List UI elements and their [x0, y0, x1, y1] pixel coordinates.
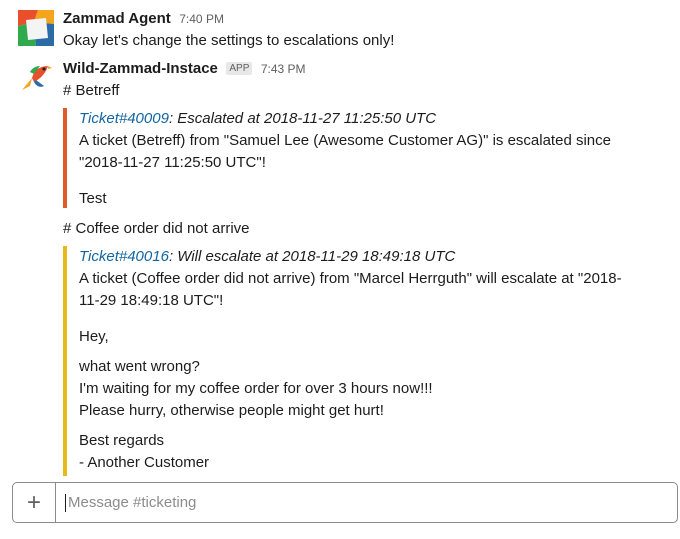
- ticket-attachment: Ticket#40016: Will escalate at 2018-11-2…: [63, 246, 667, 476]
- ticket-body-line: "2018-11-27 11:25:50 UTC"!: [79, 154, 266, 171]
- ticket-content-line: Hey,: [79, 328, 109, 345]
- ticket-status-line: Ticket#40016: Will escalate at 2018-11-2…: [79, 246, 667, 268]
- add-attachment-button[interactable]: +: [13, 483, 56, 522]
- message-header: Zammad Agent 7:40 PM: [63, 10, 224, 28]
- parrot-bot-icon[interactable]: [18, 60, 54, 96]
- ticket-status: : Will escalate at 2018-11-29 18:49:18 U…: [168, 248, 456, 265]
- sender-name[interactable]: Zammad Agent: [63, 10, 171, 27]
- message-bot: Wild-Zammad-Instace APP 7:43 PM # Betref…: [0, 58, 680, 478]
- ticket-content-line: - Another Customer: [79, 454, 210, 471]
- timestamp[interactable]: 7:43 PM: [261, 62, 306, 76]
- ticket-status: : Escalated at 2018-11-27 11:25:50 UTC: [168, 110, 437, 127]
- message-text: Okay let's change the settings to escala…: [63, 32, 395, 49]
- section-heading: # Coffee order did not arrive: [63, 220, 250, 237]
- message-input[interactable]: [66, 482, 677, 523]
- ticket-body-line: A ticket (Coffee order did not arrive) f…: [79, 270, 622, 287]
- message-zammad-agent: Zammad Agent 7:40 PM Okay let's change t…: [0, 8, 680, 58]
- ticket-content-line: Test: [79, 190, 107, 207]
- section-heading: # Betreff: [63, 82, 120, 99]
- app-badge: APP: [226, 62, 253, 75]
- ticket-body-line: A ticket (Betreff) from "Samuel Lee (Awe…: [79, 132, 611, 149]
- message-header: Wild-Zammad-Instace APP 7:43 PM: [63, 60, 306, 78]
- zammad-logo-icon[interactable]: [18, 10, 54, 46]
- message-composer: +: [12, 482, 678, 523]
- ticket-content-line: Please hurry, otherwise people might get…: [79, 402, 384, 419]
- ticket-content-line: what went wrong?: [79, 358, 200, 375]
- ticket-link[interactable]: Ticket#40016: [79, 248, 169, 265]
- ticket-content-line: Best regards: [79, 432, 165, 449]
- timestamp[interactable]: 7:40 PM: [179, 12, 224, 26]
- sender-name[interactable]: Wild-Zammad-Instace: [63, 60, 218, 77]
- ticket-link[interactable]: Ticket#40009: [79, 110, 169, 127]
- ticket-content-line: I'm waiting for my coffee order for over…: [79, 380, 433, 397]
- ticket-attachment: Ticket#40009: Escalated at 2018-11-27 11…: [63, 108, 667, 208]
- ticket-body-line: 11-29 18:49:18 UTC"!: [79, 292, 224, 309]
- ticket-status-line: Ticket#40009: Escalated at 2018-11-27 11…: [79, 108, 667, 130]
